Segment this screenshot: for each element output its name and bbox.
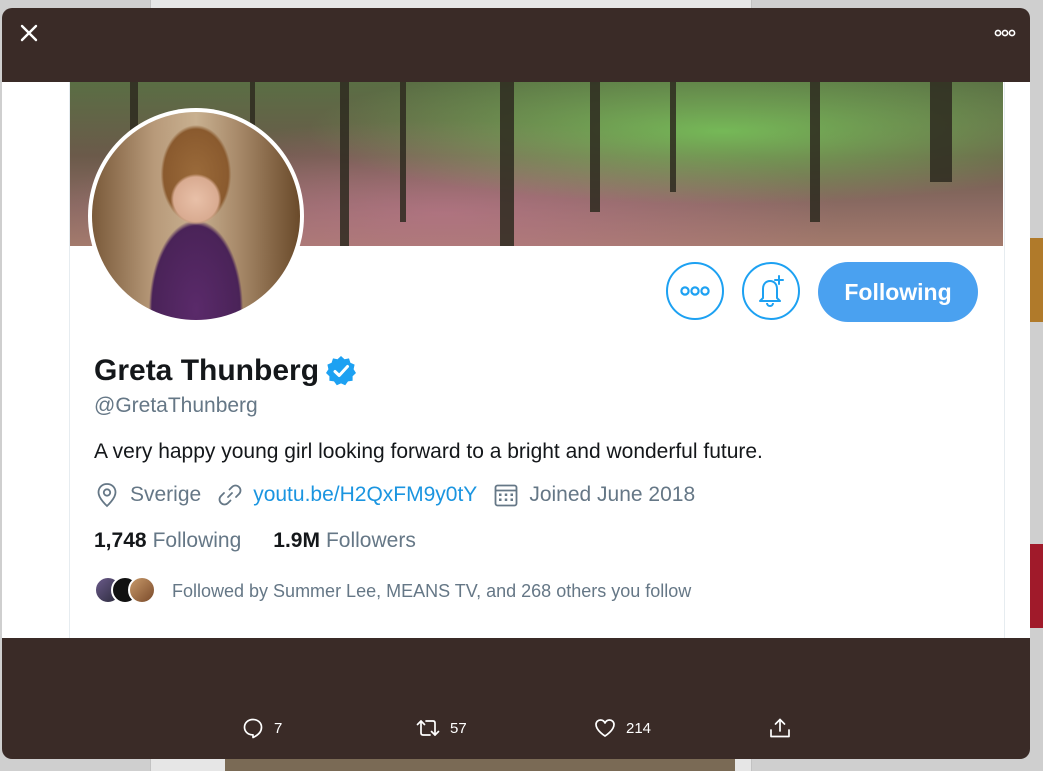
retweet-icon: [416, 720, 440, 736]
media-viewer-modal: Following Greta Thunberg @GretaThunberg …: [2, 8, 1030, 759]
close-button[interactable]: [14, 18, 44, 48]
website-link[interactable]: youtu.be/H2QxFM9y0tY: [253, 483, 477, 507]
reply-icon: [243, 718, 263, 739]
avatar-photo: [92, 112, 300, 320]
more-options-button[interactable]: [990, 20, 1020, 46]
share-icon: [770, 718, 790, 738]
profile-counts-row: 1,748 Following 1.9M Followers: [94, 529, 448, 553]
bell-plus-icon: [759, 275, 784, 308]
banner-tree: [590, 82, 600, 212]
joined-text: Joined June 2018: [529, 483, 696, 506]
avatar: [128, 576, 156, 604]
profile-name-row: Greta Thunberg: [94, 354, 357, 388]
profile-bio: A very happy young girl looking forward …: [94, 440, 763, 463]
website-item[interactable]: youtu.be/H2QxFM9y0tY: [217, 482, 477, 508]
notifications-button[interactable]: [742, 262, 800, 320]
following-label: Following: [152, 529, 242, 552]
followed-by-avatars: [94, 576, 156, 606]
profile-handle: @GretaThunberg: [94, 394, 258, 417]
location-item: Sverige: [94, 482, 201, 508]
followers-count-link[interactable]: 1.9M Followers: [273, 529, 416, 553]
location-pin-icon: [97, 483, 117, 508]
following-count-link[interactable]: 1,748 Following: [94, 529, 241, 553]
profile-meta-row: Sverige youtu.be/H2QxFM9y0tY Joined June…: [94, 482, 711, 508]
banner-tree: [810, 82, 820, 222]
banner-tree: [930, 82, 952, 182]
share-button[interactable]: [768, 717, 802, 739]
followers-count: 1.9M: [273, 529, 320, 552]
background-thumbnail: [1030, 544, 1043, 628]
followers-label: Followers: [325, 529, 416, 552]
profile-screenshot-image: Following Greta Thunberg @GretaThunberg …: [2, 82, 1030, 638]
more-dots-icon: [680, 286, 710, 296]
heart-icon: [595, 719, 615, 737]
like-count: 214: [626, 719, 652, 737]
retweet-button[interactable]: 57: [416, 717, 467, 739]
banner-tree: [670, 82, 676, 192]
tweet-actions-bar: 7 57 214: [2, 717, 1030, 749]
background-thumbnail: [225, 757, 735, 771]
banner-tree: [400, 82, 406, 222]
banner-tree: [340, 82, 349, 246]
following-count: 1,748: [94, 529, 147, 552]
background-thumbnail: [1030, 238, 1043, 322]
retweet-count: 57: [450, 719, 467, 737]
calendar-icon: [494, 484, 518, 507]
joined-item: Joined June 2018: [493, 482, 695, 508]
location-text: Sverige: [130, 483, 202, 506]
close-icon: [20, 24, 38, 42]
profile-avatar: [88, 108, 304, 324]
reply-button[interactable]: 7: [242, 717, 282, 739]
profile-name: Greta Thunberg: [94, 354, 320, 387]
reply-count: 7: [274, 719, 283, 737]
followed-by-row[interactable]: Followed by Summer Lee, MEANS TV, and 26…: [94, 576, 691, 606]
verified-badge-icon: [326, 356, 357, 386]
link-icon: [218, 484, 242, 506]
like-button[interactable]: 214: [594, 717, 651, 739]
followed-by-text: Followed by Summer Lee, MEANS TV, and 26…: [172, 580, 692, 601]
following-button[interactable]: Following: [818, 262, 978, 322]
banner-tree: [500, 82, 514, 246]
more-dots-icon: [994, 29, 1016, 37]
profile-more-button[interactable]: [666, 262, 724, 320]
